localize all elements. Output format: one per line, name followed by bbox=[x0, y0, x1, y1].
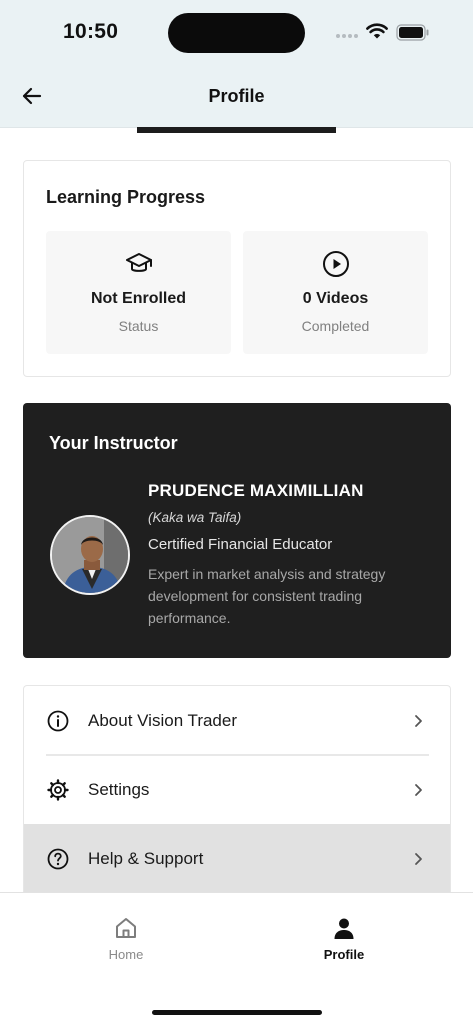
instructor-avatar bbox=[50, 515, 130, 595]
videos-completed-stat: 0 Videos Completed bbox=[243, 231, 428, 354]
enrollment-status-stat: Not Enrolled Status bbox=[46, 231, 231, 354]
cellular-signal-icon bbox=[336, 34, 360, 40]
dynamic-island bbox=[168, 13, 305, 53]
info-icon bbox=[47, 710, 69, 732]
instructor-name: PRUDENCE MAXIMILLIAN bbox=[148, 481, 364, 500]
person-icon bbox=[334, 918, 354, 939]
learning-progress-title: Learning Progress bbox=[46, 187, 206, 207]
scroll-edge-bar bbox=[137, 127, 336, 133]
chevron-right-icon bbox=[415, 715, 422, 727]
tab-home[interactable]: Home bbox=[71, 915, 181, 962]
menu-item-about[interactable]: About Vision Trader bbox=[24, 686, 450, 755]
instructor-role: Certified Financial Educator bbox=[148, 536, 333, 553]
instructor-info: PRUDENCE MAXIMILLIAN (Kaka wa Taifa) Cer… bbox=[148, 481, 433, 629]
status-bar: 10:50 bbox=[0, 0, 473, 64]
menu-item-label: About Vision Trader bbox=[88, 711, 237, 730]
stat-label: Completed bbox=[301, 318, 370, 334]
wifi-icon bbox=[366, 23, 388, 39]
instructor-nickname: (Kaka wa Taifa) bbox=[148, 510, 242, 525]
bottom-tab-bar: Home Profile bbox=[0, 892, 473, 1024]
chevron-right-icon bbox=[415, 784, 422, 796]
stat-value: 0 Videos bbox=[302, 290, 369, 307]
status-time: 10:50 bbox=[63, 20, 119, 43]
page-title: Profile bbox=[208, 86, 265, 106]
chevron-right-icon bbox=[415, 853, 422, 865]
instructor-photo bbox=[52, 517, 128, 593]
menu-item-label: Settings bbox=[88, 780, 150, 799]
tab-label: Profile bbox=[323, 947, 365, 962]
help-icon bbox=[47, 848, 69, 870]
play-circle-icon bbox=[322, 251, 349, 277]
menu-item-settings[interactable]: Settings bbox=[24, 755, 450, 824]
learning-progress-card: Learning Progress Not Enrolled Status 0 … bbox=[23, 160, 451, 377]
instructor-bio: Expert in market analysis and strategy d… bbox=[148, 566, 386, 626]
app-header: Profile bbox=[0, 64, 473, 128]
profile-menu: About Vision Trader Settings Help & Supp… bbox=[23, 685, 451, 895]
menu-item-label: Help & Support bbox=[88, 849, 204, 868]
stat-value: Not Enrolled bbox=[90, 290, 187, 307]
tab-label: Home bbox=[108, 947, 144, 962]
graduation-cap-icon bbox=[125, 253, 152, 272]
instructor-card: Your Instructor PRUDENCE MAXIMILLIAN (Ka… bbox=[23, 403, 451, 658]
stat-label: Status bbox=[118, 318, 159, 334]
tab-profile[interactable]: Profile bbox=[289, 915, 399, 962]
battery-icon bbox=[396, 24, 429, 41]
instructor-section-title: Your Instructor bbox=[49, 433, 178, 453]
home-icon bbox=[116, 918, 136, 938]
home-indicator bbox=[152, 1010, 322, 1015]
gear-icon bbox=[47, 779, 69, 801]
menu-item-help-support[interactable]: Help & Support bbox=[24, 824, 450, 893]
